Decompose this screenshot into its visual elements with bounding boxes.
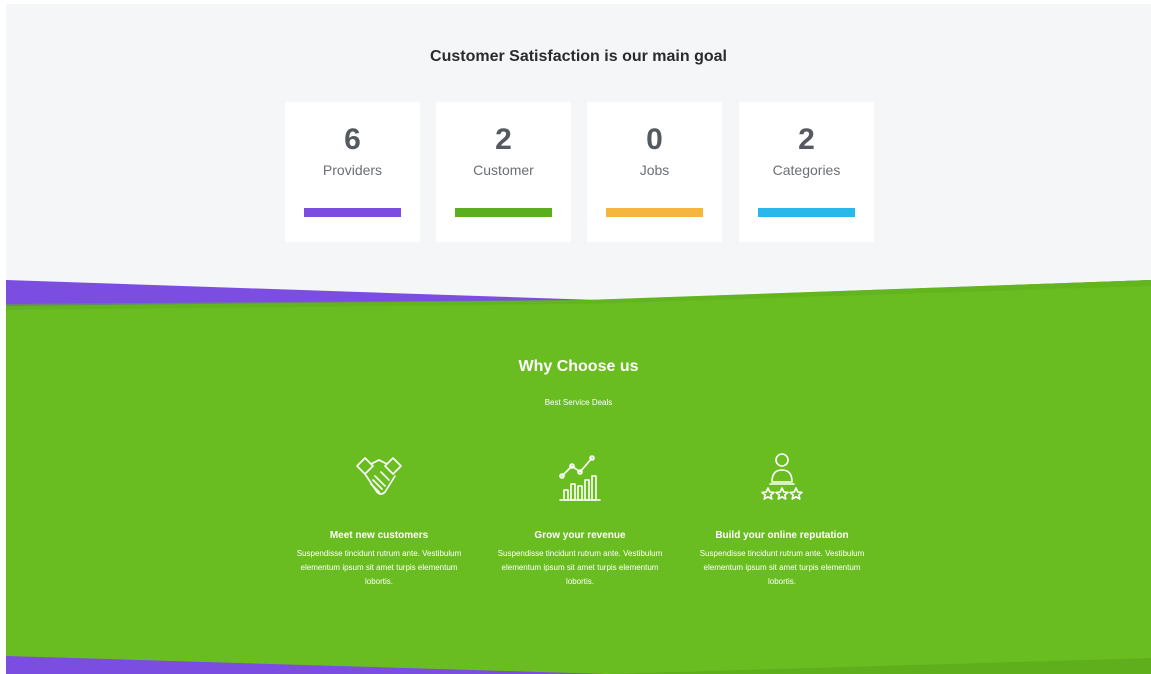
why-choose-us-subtitle: Best Service Deals [544, 398, 613, 407]
stat-bar-blue [758, 208, 855, 217]
stat-bar-green [455, 208, 552, 217]
user-rating-icon [761, 453, 803, 500]
stat-label: Providers [322, 162, 383, 178]
stats-section: Customer Satisfaction is our main goal 6… [6, 4, 1151, 304]
feature-text: Suspendisse tincidunt rutrum ante. Vesti… [296, 549, 462, 586]
feature-meet-customers: Meet new customers Suspendisse tincidunt… [284, 450, 474, 589]
feature-title: Meet new customers [329, 530, 429, 541]
feature-title: Grow your revenue [534, 530, 626, 541]
page: Customer Satisfaction is our main goal 6… [6, 4, 1151, 674]
feature-text: Suspendisse tincidunt rutrum ante. Vesti… [497, 549, 663, 586]
feature-title: Build your online reputation [715, 530, 849, 541]
stat-label: Jobs [639, 162, 670, 178]
feature-build-reputation: Build your online reputation Suspendisse… [687, 450, 877, 589]
stat-bar-yellow [606, 208, 703, 217]
stat-number: 0 [646, 123, 663, 156]
stat-card-providers: 6 Providers [285, 102, 420, 242]
stat-card-customer: 2 Customer [436, 102, 571, 242]
feature-text: Suspendisse tincidunt rutrum ante. Vesti… [699, 549, 865, 586]
bottom-divider [6, 656, 1151, 674]
stat-label: Categories [772, 162, 841, 178]
stat-label: Customer [473, 162, 534, 178]
stat-number: 6 [344, 123, 361, 156]
section-divider [6, 280, 1151, 314]
why-choose-us-title: Why Choose us [518, 358, 639, 375]
why-choose-us-section: Why Choose us Best Service Deals Meet ne… [6, 302, 1151, 674]
stat-card-categories: 2 Categories [739, 102, 874, 242]
stats-heading: Customer Satisfaction is our main goal [430, 48, 727, 65]
stat-number: 2 [495, 123, 512, 156]
stat-card-jobs: 0 Jobs [587, 102, 722, 242]
stat-number: 2 [798, 123, 815, 156]
feature-grow-revenue: Grow your revenue Suspendisse tincidunt … [485, 450, 675, 589]
handshake-icon [356, 457, 402, 495]
stat-bar-purple [304, 208, 401, 217]
growth-chart-icon [559, 455, 601, 501]
